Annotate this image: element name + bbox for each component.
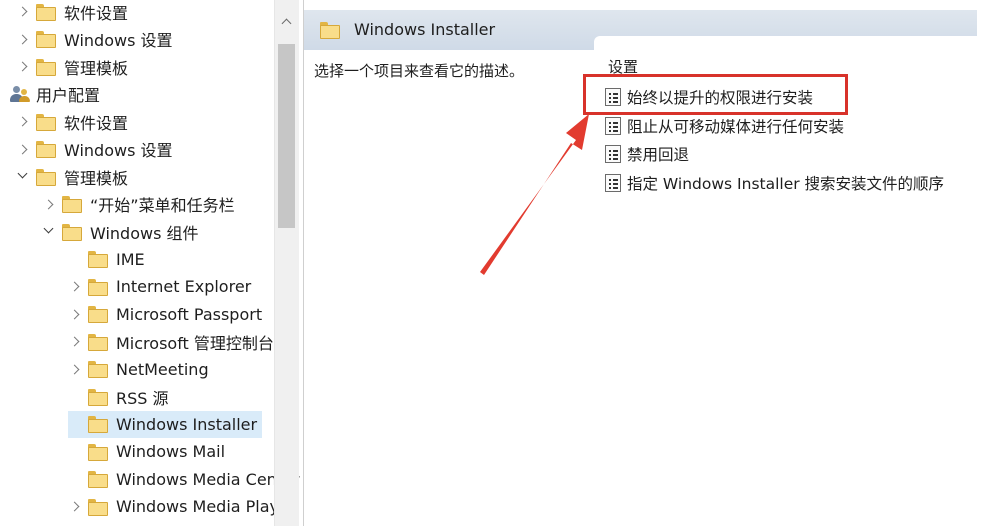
- window-edge: [977, 0, 997, 526]
- folder-icon: [36, 141, 56, 158]
- chevron-right-icon[interactable]: [16, 0, 30, 25]
- folder-icon: [88, 443, 108, 461]
- tree-scrollbar[interactable]: [274, 0, 299, 526]
- folder-icon: [36, 3, 56, 21]
- chevron-right-icon[interactable]: [42, 191, 56, 218]
- tree-item-label: “开始”菜单和任务栏: [90, 196, 235, 215]
- policy-setting-label: 禁用回退: [627, 146, 690, 164]
- folder-icon: [36, 58, 56, 76]
- policy-setting-label: 指定 Windows Installer 搜索安装文件的顺序: [627, 175, 945, 193]
- folder-icon: [88, 306, 108, 323]
- folder-icon: [88, 388, 108, 406]
- folder-icon: [88, 416, 108, 433]
- tree-item[interactable]: 软件设置: [16, 108, 128, 135]
- folder-icon: [62, 196, 82, 213]
- tree-item[interactable]: “开始”菜单和任务栏: [42, 191, 235, 218]
- tree-item[interactable]: Windows Mail: [68, 438, 225, 465]
- description-text: 选择一个项目来查看它的描述。: [314, 62, 525, 80]
- tree-item[interactable]: 用户配置: [10, 81, 100, 108]
- tree-item-label: 软件设置: [64, 3, 129, 23]
- scroll-thumb[interactable]: [278, 44, 295, 228]
- details-pane: Windows Installer 选择一个项目来查看它的描述。 设置 始终以提…: [303, 0, 978, 526]
- chevron-right-icon[interactable]: [68, 356, 82, 383]
- tree-item[interactable]: 管理模板: [16, 163, 128, 190]
- tree-item-label: Windows Media Player: [116, 497, 296, 516]
- settings-tab-area: [594, 36, 977, 56]
- chevron-down-icon[interactable]: [42, 218, 56, 245]
- folder-icon: [88, 278, 108, 296]
- tree-item-label: 管理模板: [64, 58, 129, 78]
- scroll-up-arrow-icon[interactable]: [275, 0, 299, 40]
- chevron-right-icon[interactable]: [16, 26, 30, 53]
- policy-setting-label: 阻止从可移动媒体进行任何安装: [627, 118, 845, 136]
- chevron-right-icon[interactable]: [68, 493, 82, 520]
- tree-item[interactable]: Windows Installer: [68, 410, 262, 438]
- tree-item[interactable]: NetMeeting: [68, 356, 209, 383]
- tree-item-label: NetMeeting: [116, 359, 209, 379]
- folder-icon: [88, 361, 108, 378]
- chevron-right-icon[interactable]: [16, 108, 30, 135]
- tree-item[interactable]: Windows 组件: [42, 218, 199, 245]
- policy-setting-row[interactable]: 指定 Windows Installer 搜索安装文件的顺序: [605, 170, 944, 196]
- folder-icon: [62, 223, 82, 241]
- folder-icon: [88, 471, 108, 488]
- tree-item[interactable]: Windows 设置: [16, 136, 173, 163]
- tree-item[interactable]: RSS 源: [68, 383, 169, 410]
- folder-icon: [88, 333, 108, 351]
- policy-setting-row[interactable]: 阻止从可移动媒体进行任何安装: [605, 113, 844, 139]
- chevron-right-icon[interactable]: [16, 53, 30, 80]
- tree-item[interactable]: 软件设置: [16, 0, 128, 25]
- chevron-right-icon[interactable]: [16, 136, 30, 163]
- tree-item-label: Microsoft Passport: [116, 304, 263, 324]
- folder-icon: [36, 168, 56, 186]
- policy-setting-icon: [605, 145, 621, 163]
- chevron-down-icon[interactable]: [16, 163, 30, 190]
- folder-icon: [36, 113, 56, 131]
- tree-item[interactable]: Microsoft 管理控制台: [68, 328, 274, 355]
- tree-item[interactable]: Windows 设置: [16, 26, 173, 53]
- tree-item-label: Windows Media Center: [116, 469, 300, 489]
- tree-item-label: IME: [116, 249, 145, 269]
- tree-item-label: Windows 组件: [90, 223, 199, 243]
- tree-item-label: Windows Mail: [116, 442, 226, 461]
- tree-item[interactable]: Microsoft Passport: [68, 301, 262, 328]
- group-policy-editor-window: 软件设置 Windows 设置 管理模板 用户配置 软件设置 Windows 设置 管理模板…: [0, 0, 997, 526]
- tree-item[interactable]: Windows Media Player: [68, 493, 295, 520]
- folder-icon: [88, 498, 108, 516]
- tree-item-label: Windows 设置: [64, 141, 173, 160]
- user-config-icon: [10, 85, 32, 103]
- tree-item-label: Windows Installer: [116, 414, 258, 434]
- tree-item-label: Microsoft 管理控制台: [116, 333, 274, 353]
- tree-item[interactable]: Windows Media Center: [68, 466, 300, 493]
- policy-setting-icon: [605, 117, 621, 135]
- tree-pane: 软件设置 Windows 设置 管理模板 用户配置 软件设置 Windows 设置 管理模板…: [0, 0, 300, 526]
- tree-item[interactable]: IME: [68, 246, 145, 273]
- folder-icon: [88, 251, 108, 268]
- tree-item-label: 软件设置: [64, 113, 129, 133]
- tree-item-label: RSS 源: [116, 388, 169, 408]
- tree-item-label: Windows 设置: [64, 31, 173, 50]
- tree-item-label: 用户配置: [36, 86, 101, 105]
- chevron-right-icon[interactable]: [68, 301, 82, 328]
- annotation-highlight-box: [583, 74, 848, 115]
- folder-icon: [320, 22, 340, 39]
- tree-item-label: 管理模板: [64, 168, 129, 188]
- policy-setting-icon: [605, 174, 621, 192]
- tree-item-label: Internet Explorer: [116, 277, 252, 296]
- folder-icon: [36, 31, 56, 48]
- tree-item[interactable]: Internet Explorer: [68, 273, 251, 300]
- chevron-right-icon[interactable]: [68, 328, 82, 355]
- policy-setting-row[interactable]: 禁用回退: [605, 141, 689, 167]
- details-title: Windows Installer: [354, 20, 496, 39]
- tree-item[interactable]: 管理模板: [16, 53, 128, 80]
- chevron-right-icon[interactable]: [68, 273, 82, 300]
